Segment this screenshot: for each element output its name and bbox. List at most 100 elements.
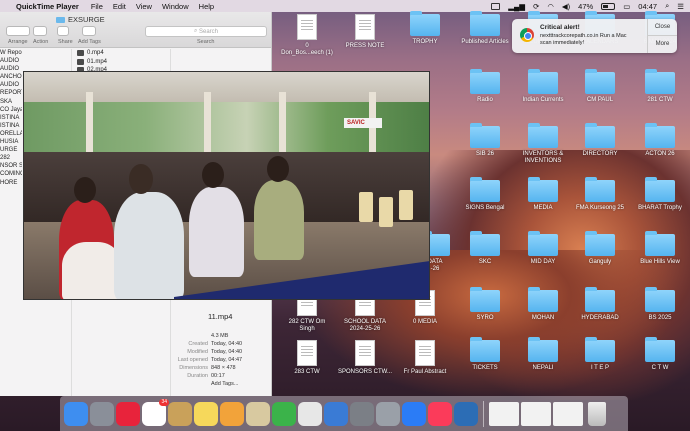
keyboard-flag-icon[interactable]: ▭ xyxy=(623,2,630,11)
minimized-window-2[interactable] xyxy=(521,401,551,426)
meta-value: Today, 04:47 xyxy=(211,357,243,363)
desktop-folder[interactable]: 281 CTW xyxy=(625,69,690,104)
desktop-item-label: 281 CTW xyxy=(647,97,673,103)
sidebar-item[interactable]: ISTINA xyxy=(0,114,22,122)
sidebar-item[interactable]: AUDIO xyxy=(0,65,22,73)
folder-icon xyxy=(528,287,558,312)
arrange-button[interactable] xyxy=(6,26,30,36)
quicktime-icon[interactable] xyxy=(454,401,478,426)
finder-icon[interactable] xyxy=(64,401,88,426)
menu-edit[interactable]: Edit xyxy=(113,2,126,11)
sidebar-item[interactable]: ORELLA xyxy=(0,130,22,138)
folder-icon xyxy=(645,69,675,94)
file-name: 0.mp4 xyxy=(87,50,104,56)
messenger-icon[interactable] xyxy=(402,401,426,426)
file-item[interactable]: 01.mp4 xyxy=(75,58,170,67)
sidebar-item[interactable]: NSOR Sp xyxy=(0,162,22,170)
sidebar-item[interactable]: ANCHOR xyxy=(0,73,22,81)
notification-close-button[interactable]: Close xyxy=(648,19,677,36)
sidebar-item[interactable]: COMING xyxy=(0,170,22,178)
folder-icon xyxy=(528,123,558,148)
volume-icon[interactable]: ◀) xyxy=(562,2,570,11)
action-button[interactable] xyxy=(33,26,47,36)
sidebar-item[interactable]: ISTINA xyxy=(0,122,22,130)
desktop-folder[interactable]: Blue Hills View xyxy=(625,231,690,266)
sidebar-item[interactable]: HORE xyxy=(0,179,22,187)
notification-more-button[interactable]: More xyxy=(648,36,677,53)
menu-help[interactable]: Help xyxy=(199,2,214,11)
chrome-icon[interactable] xyxy=(298,401,322,426)
meta-dimensions: Dimensions 848 × 478 xyxy=(170,364,272,372)
desktop-folder[interactable]: ACTON 26 xyxy=(625,123,690,158)
launchpad-icon[interactable] xyxy=(90,401,114,426)
meta-key: Duration xyxy=(187,373,208,379)
folder-icon xyxy=(645,337,675,362)
meta-tags: Add Tags... xyxy=(170,380,272,388)
menu-file[interactable]: File xyxy=(91,2,103,11)
sidebar-item[interactable]: REPORT xyxy=(0,89,22,97)
share-label: Share xyxy=(58,39,73,45)
sync-icon[interactable]: ⟳ xyxy=(533,2,539,11)
minimized-window-1[interactable] xyxy=(489,401,519,426)
meta-size: 4.3 MB xyxy=(170,332,272,340)
video-file-icon xyxy=(77,50,84,57)
wifi-icon[interactable]: ◠ xyxy=(547,2,554,11)
sidebar-item[interactable]: URGE xyxy=(0,146,22,154)
menu-window[interactable]: Window xyxy=(162,2,189,11)
notification-banner[interactable]: Critical alert! nextttrackcorepath.co.in… xyxy=(512,19,677,53)
share-button[interactable] xyxy=(57,26,69,36)
menu-view[interactable]: View xyxy=(136,2,152,11)
sidebar-item[interactable]: 282 xyxy=(0,154,22,162)
screenshot-icon[interactable] xyxy=(376,401,400,426)
meta-value: 848 × 478 xyxy=(211,365,236,371)
file-item[interactable]: 0.mp4 xyxy=(75,49,170,58)
opera-icon[interactable] xyxy=(116,401,140,426)
control-center-icon[interactable]: ☰ xyxy=(677,2,684,11)
sidebar-item[interactable]: AUDIO xyxy=(0,57,22,65)
folder-icon xyxy=(528,69,558,94)
add-tags-button[interactable] xyxy=(82,26,96,36)
keynote-icon[interactable] xyxy=(324,401,348,426)
desktop-folder[interactable]: C T W xyxy=(625,337,690,372)
calendar-icon[interactable]: 34 xyxy=(142,398,169,426)
music-icon[interactable] xyxy=(428,401,452,426)
sidebar-item[interactable]: AUDIO xyxy=(0,81,22,89)
add-tags-link[interactable]: Add Tags... xyxy=(211,380,238,388)
battery-icon[interactable] xyxy=(601,2,616,10)
screen-mirror-icon[interactable] xyxy=(491,2,501,10)
folder-icon xyxy=(470,337,500,362)
clock[interactable]: 04:47 xyxy=(638,2,657,11)
search-input[interactable]: ⌕ Search xyxy=(145,26,267,37)
signal-icon[interactable]: ▂▄▆ xyxy=(508,2,525,11)
sidebar-item[interactable]: CO Jaya xyxy=(0,106,22,114)
folder-icon xyxy=(470,123,500,148)
minimized-window-3[interactable] xyxy=(553,401,583,426)
notes-icon[interactable] xyxy=(168,401,192,426)
video-chair xyxy=(379,197,393,227)
folder-icon xyxy=(645,287,675,312)
sidebar-item[interactable]: HUSIA xyxy=(0,138,22,146)
video-file-icon xyxy=(77,58,84,65)
video-head xyxy=(129,164,153,194)
numbers-icon[interactable] xyxy=(272,401,296,426)
sidebar-item[interactable]: SKA xyxy=(0,98,22,106)
meta-value: 00:17 xyxy=(211,373,225,379)
preview-icon[interactable] xyxy=(246,401,270,426)
trash-icon[interactable] xyxy=(588,401,606,426)
folder-icon xyxy=(470,177,500,202)
sidebar-item[interactable]: W Reporters xyxy=(0,49,22,57)
spotlight-icon[interactable]: ⌕ xyxy=(665,1,669,11)
stickies-icon[interactable] xyxy=(194,401,218,426)
dock: 34 xyxy=(60,396,628,431)
photos-icon[interactable] xyxy=(220,401,244,426)
menu-app-name[interactable]: QuickTime Player xyxy=(16,2,79,11)
folder-icon xyxy=(585,231,615,256)
desktop-folder[interactable]: BHARAT Trophy xyxy=(625,177,690,212)
quicktime-video-window[interactable]: SAVIC xyxy=(23,71,430,300)
arrange-label: Arrange xyxy=(8,39,28,45)
desktop-folder[interactable]: BS 2025 xyxy=(625,287,690,322)
video-banner-sign: SAVIC xyxy=(344,118,382,128)
system-preferences-icon[interactable] xyxy=(350,401,374,426)
video-head xyxy=(74,177,96,203)
folder-icon xyxy=(528,177,558,202)
